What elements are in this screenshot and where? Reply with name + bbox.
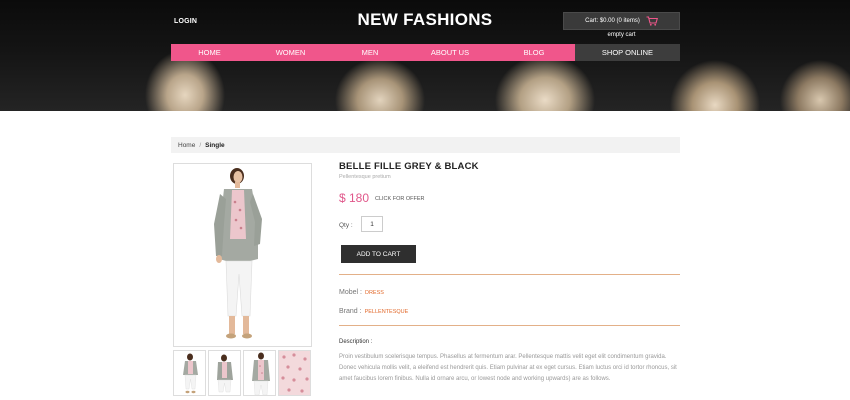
shopping-cart-icon: [646, 16, 658, 26]
brand-value[interactable]: PELLENTESQUE: [365, 309, 409, 315]
quantity-input[interactable]: [361, 216, 383, 232]
product-thumbnail[interactable]: [173, 350, 206, 396]
description-text: Proin vestibulum scelerisque tempus. Pha…: [339, 354, 677, 382]
product-thumbnail[interactable]: [278, 350, 311, 396]
nav-item-men[interactable]: MEN: [333, 44, 407, 61]
site-logo[interactable]: NEW FASHIONS: [340, 10, 510, 30]
nav-item-home[interactable]: HOME: [171, 44, 248, 61]
cart-button[interactable]: Cart: $0.00 (0 items): [563, 12, 680, 30]
product-title: BELLE FILLE GREY & BLACK: [339, 161, 479, 172]
breadcrumb-separator: /: [199, 141, 202, 149]
quantity-label: Qty :: [339, 222, 353, 229]
breadcrumb-home-link[interactable]: Home: [178, 142, 195, 149]
nav-item-about-us[interactable]: ABOUT US: [407, 44, 493, 61]
empty-cart-link[interactable]: empty cart: [563, 32, 680, 38]
thumbnail-strip: [173, 350, 312, 396]
nav-item-women[interactable]: WOMEN: [248, 44, 333, 61]
login-link[interactable]: LOGIN: [174, 18, 197, 25]
breadcrumb: Home / Single: [171, 137, 680, 153]
nav-item-blog[interactable]: BLOG: [493, 44, 575, 61]
brand-row: Brand : PELLENTESQUE: [339, 308, 408, 315]
main-nav: HOME WOMEN MEN ABOUT US BLOG SHOP ONLINE: [171, 44, 680, 61]
product-subtitle: Pellentesque pretium: [339, 174, 391, 180]
offer-link[interactable]: CLICK FOR OFFER: [375, 196, 425, 202]
breadcrumb-current: Single: [205, 141, 225, 149]
model-value[interactable]: DRESS: [365, 290, 384, 296]
divider: [339, 274, 680, 275]
description-label: Description :: [339, 339, 373, 345]
product-thumbnail[interactable]: [243, 350, 276, 396]
model-row: Mobel : DRESS: [339, 289, 384, 296]
product-price: $ 180: [339, 191, 370, 205]
model-label: Mobel :: [339, 289, 362, 296]
brand-label: Brand :: [339, 308, 362, 315]
add-to-cart-button[interactable]: ADD TO CART: [341, 245, 416, 263]
divider: [339, 325, 680, 326]
product-main-image[interactable]: [173, 163, 312, 347]
nav-item-shop-online[interactable]: SHOP ONLINE: [575, 44, 680, 61]
cart-summary: Cart: $0.00 (0 items): [585, 18, 640, 24]
product-thumbnail[interactable]: [208, 350, 241, 396]
